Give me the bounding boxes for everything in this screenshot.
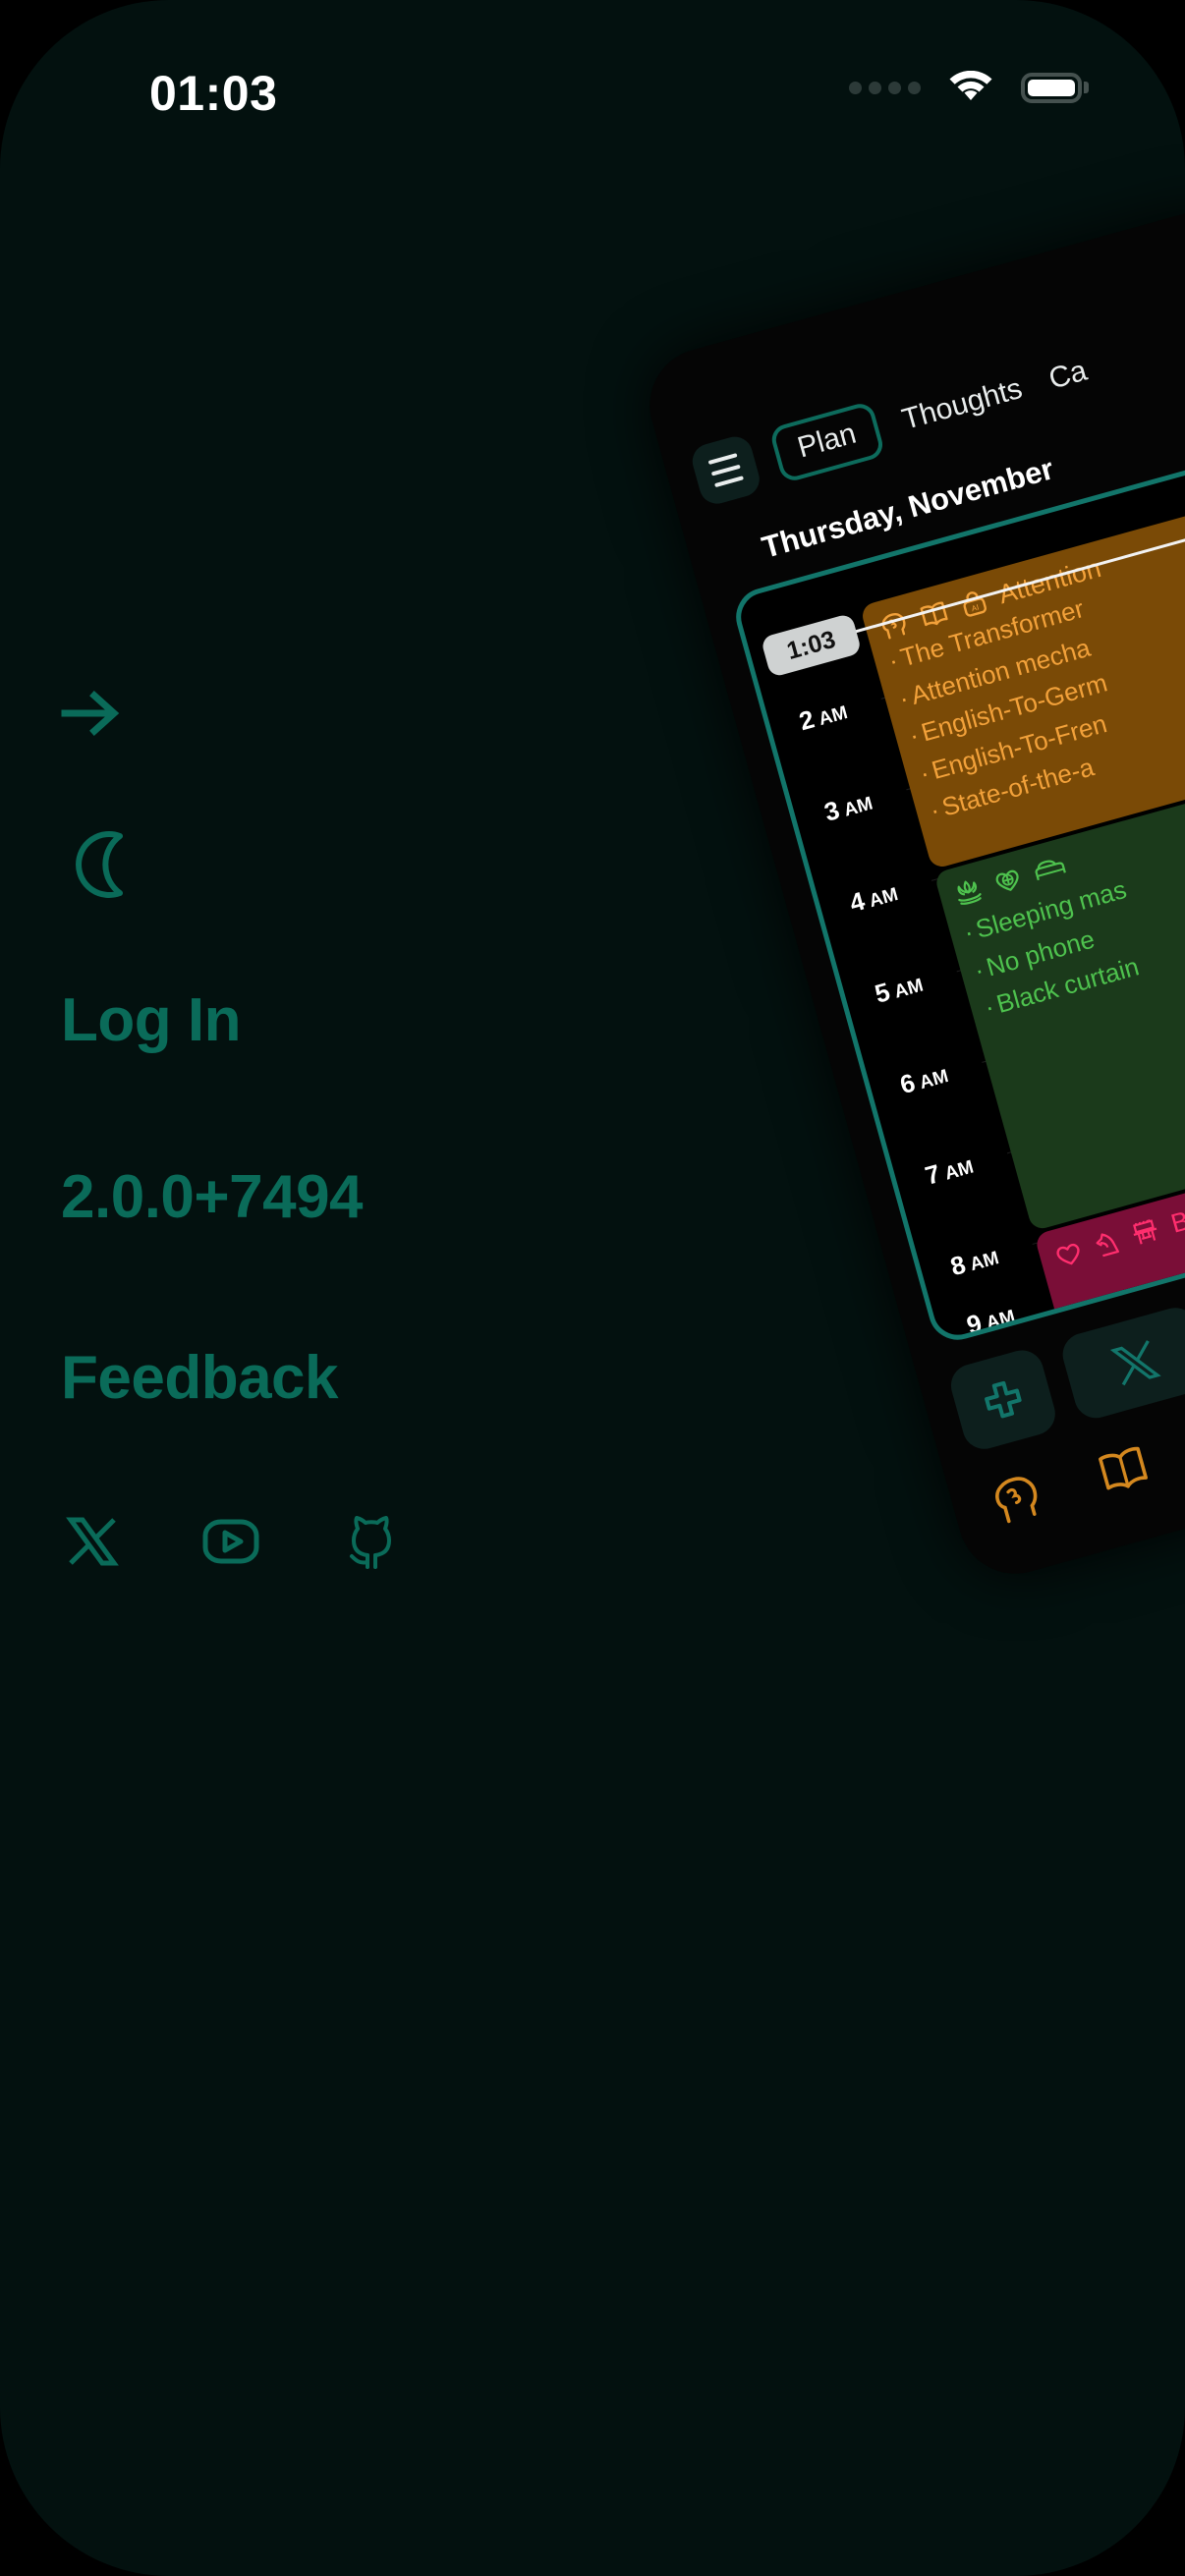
tab-plan[interactable]: Plan (768, 400, 886, 484)
hour-label: 9AM (963, 1306, 1018, 1341)
hour-label: 3AM (820, 793, 875, 827)
status-bar: 01:03 (0, 0, 1185, 147)
table-icon (1132, 1218, 1157, 1245)
moon-icon (76, 831, 123, 898)
event-card-study[interactable]: AI Attention ·The Transformer ·Attention… (859, 482, 1185, 870)
preview-timeline[interactable]: 2AM 3AM 4AM 5AM 6AM 7AM 8AM AI Attention… (729, 439, 1185, 1347)
github-icon[interactable] (342, 1513, 401, 1570)
hour-label: 2AM (795, 701, 850, 737)
hour-label: 4AM (846, 884, 901, 919)
heart-plus-icon (995, 869, 1019, 891)
arrow-right-icon (61, 691, 120, 736)
x-icon (1109, 1340, 1161, 1386)
hamburger-menu-icon[interactable] (688, 432, 763, 508)
add-button[interactable] (945, 1345, 1060, 1454)
current-time-badge: 1:03 (760, 612, 863, 678)
status-bar-indicators (849, 70, 1089, 104)
heart-icon (1056, 1243, 1080, 1264)
battery-full-icon (1021, 72, 1089, 103)
continue-button[interactable] (61, 688, 572, 744)
event-title: B (1167, 1205, 1185, 1239)
feedback-button[interactable]: Feedback (61, 1348, 572, 1409)
hour-label: 7AM (922, 1156, 977, 1191)
app-version-label: 2.0.0+7494 (61, 1163, 364, 1231)
x-icon[interactable] (65, 1514, 120, 1569)
svg-text:AI: AI (971, 602, 981, 613)
brain-category[interactable] (985, 1466, 1049, 1531)
app-preview-mockup: Plan Thoughts Ca Thursday, November 2AM … (637, 196, 1185, 1588)
hour-label: 5AM (871, 975, 926, 1009)
plus-icon (985, 1380, 1022, 1419)
brain-icon (995, 1477, 1038, 1524)
book-category[interactable] (1091, 1436, 1156, 1501)
login-button[interactable]: Log In (61, 990, 572, 1051)
tab-calendar[interactable]: Ca (1042, 353, 1095, 397)
app-screen: 01:03 Log In 2.0.0+7494 Feedback Plan Th… (0, 0, 1185, 2576)
theme-toggle-button[interactable] (61, 824, 572, 910)
preview-device-frame: Plan Thoughts Ca Thursday, November 2AM … (637, 196, 1185, 1588)
wifi-icon (948, 70, 993, 104)
bed-icon (1035, 860, 1066, 881)
signal-dots-icon (849, 81, 921, 94)
youtube-icon[interactable] (200, 1516, 261, 1567)
status-bar-clock: 01:03 (149, 66, 278, 121)
hour-label: 8AM (946, 1248, 1001, 1282)
side-menu: Log In 2.0.0+7494 Feedback (61, 688, 572, 1570)
hour-label: 6AM (896, 1066, 951, 1100)
lotus-hand-icon (957, 880, 982, 905)
social-links (61, 1513, 572, 1570)
book-icon (1099, 1446, 1148, 1490)
tab-thoughts[interactable]: Thoughts (895, 371, 1030, 438)
chess-knight-icon (1096, 1232, 1119, 1257)
x-share-button[interactable] (1057, 1303, 1185, 1424)
